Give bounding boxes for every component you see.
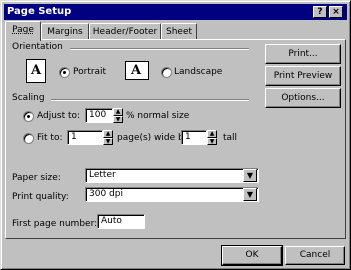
- landscape-radio[interactable]: [161, 67, 172, 78]
- first-page-number-label: First page number:: [12, 219, 98, 229]
- window-title: Page Setup: [7, 6, 72, 17]
- page-setup-dialog: Page Setup ? × Page Margins Header/Foote…: [0, 0, 351, 270]
- paper-size-select[interactable]: Letter: [85, 168, 259, 183]
- print-button[interactable]: Print...: [265, 44, 341, 64]
- adjust-to-radio[interactable]: [23, 111, 34, 122]
- orientation-group-label: Orientation: [12, 42, 63, 52]
- fit-wide-spin-down-icon[interactable]: ▼: [103, 138, 113, 145]
- portrait-label[interactable]: Portrait: [73, 67, 106, 77]
- adjust-spin-down-icon[interactable]: ▼: [113, 116, 123, 123]
- fit-wide-input[interactable]: 1: [67, 130, 103, 145]
- close-button[interactable]: ×: [329, 6, 343, 18]
- portrait-page-icon: A: [26, 59, 46, 83]
- scaling-group-label: Scaling: [12, 93, 45, 103]
- tab-page[interactable]: Page: [5, 21, 41, 41]
- title-bar[interactable]: Page Setup ? ×: [4, 4, 347, 20]
- print-quality-label: Print quality:: [12, 192, 69, 202]
- first-page-number-input[interactable]: Auto: [97, 214, 145, 229]
- cancel-button[interactable]: Cancel: [285, 246, 345, 265]
- fit-wide-suffix-label: page(s) wide by: [117, 133, 190, 143]
- print-preview-button[interactable]: Print Preview: [265, 66, 341, 86]
- print-quality-chevron-down-icon[interactable]: ▼: [243, 188, 257, 201]
- options-button[interactable]: Options...: [265, 88, 341, 108]
- portrait-radio[interactable]: [59, 67, 70, 78]
- fit-to-label[interactable]: Fit to:: [37, 133, 62, 143]
- help-button[interactable]: ?: [313, 6, 327, 18]
- scaling-divider: [51, 99, 249, 101]
- adjust-to-label[interactable]: Adjust to:: [37, 111, 80, 121]
- tab-margins[interactable]: Margins: [41, 23, 89, 40]
- adjust-suffix-label: % normal size: [126, 111, 190, 121]
- ok-button[interactable]: OK: [221, 245, 283, 266]
- tab-header-footer[interactable]: Header/Footer: [89, 23, 161, 40]
- paper-size-chevron-down-icon[interactable]: ▼: [243, 169, 257, 182]
- fit-to-radio[interactable]: [23, 133, 34, 144]
- landscape-label[interactable]: Landscape: [174, 67, 222, 77]
- orientation-divider: [70, 48, 249, 50]
- adjust-spin-up-icon[interactable]: ▲: [113, 108, 123, 116]
- print-quality-select[interactable]: 300 dpi: [85, 187, 259, 202]
- fit-tall-spin-up-icon[interactable]: ▲: [207, 130, 217, 138]
- fit-wide-spin-up-icon[interactable]: ▲: [103, 130, 113, 138]
- adjust-to-input[interactable]: 100: [85, 108, 113, 123]
- paper-size-label: Paper size:: [12, 173, 61, 183]
- landscape-page-icon: A: [125, 61, 149, 80]
- fit-tall-input[interactable]: 1: [181, 130, 207, 145]
- tab-sheet[interactable]: Sheet: [161, 23, 197, 40]
- fit-tall-suffix-label: tall: [223, 133, 238, 143]
- fit-tall-spin-down-icon[interactable]: ▼: [207, 138, 217, 145]
